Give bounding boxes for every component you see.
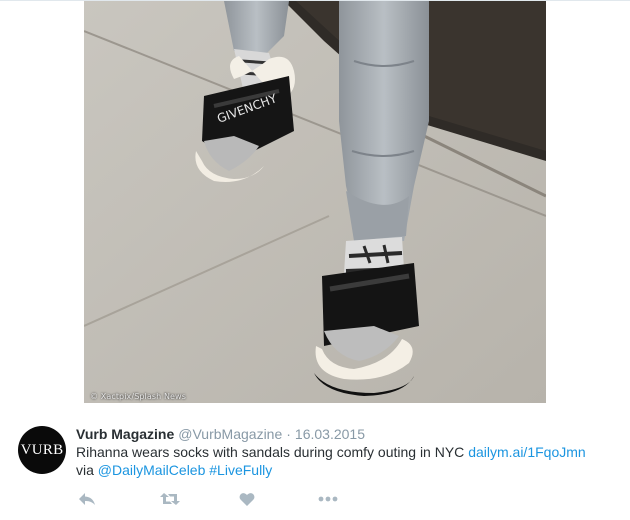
- tweet-text-main: Rihanna wears socks with sandals during …: [76, 444, 469, 460]
- avatar-text: VURB: [20, 441, 64, 458]
- tweet-photo[interactable]: GIVENCHY © Xactpix/Splash News: [84, 1, 546, 403]
- tweet-actions: [76, 488, 376, 510]
- retweet-icon: [160, 493, 180, 505]
- tweet-card: GIVENCHY © Xactpix/Splash News VURB Vurb…: [0, 0, 630, 520]
- tweet-text: Rihanna wears socks with sandals during …: [76, 443, 616, 479]
- author-handle[interactable]: @VurbMagazine: [178, 426, 282, 442]
- author-name[interactable]: Vurb Magazine: [76, 426, 174, 442]
- tweet-link[interactable]: dailym.ai/1FqoJmn: [468, 444, 586, 460]
- tweet-date[interactable]: 16.03.2015: [295, 426, 365, 442]
- photo-illustration: GIVENCHY: [84, 1, 546, 403]
- photo-credit: © Xactpix/Splash News: [90, 392, 186, 401]
- hashtag-link[interactable]: #LiveFully: [209, 462, 272, 478]
- avatar[interactable]: VURB: [18, 426, 66, 474]
- tweet-text-via: via: [76, 462, 98, 478]
- more-icon: [318, 496, 338, 502]
- reply-icon: [79, 493, 95, 505]
- retweet-button[interactable]: [160, 488, 180, 510]
- mention-link[interactable]: @DailyMailCeleb: [98, 462, 206, 478]
- more-button[interactable]: [318, 488, 338, 510]
- tweet-header: Vurb Magazine @VurbMagazine · 16.03.2015: [76, 425, 365, 443]
- like-button[interactable]: [239, 488, 255, 510]
- separator-dot: ·: [286, 426, 291, 442]
- reply-button[interactable]: [78, 488, 96, 510]
- heart-icon: [239, 492, 255, 506]
